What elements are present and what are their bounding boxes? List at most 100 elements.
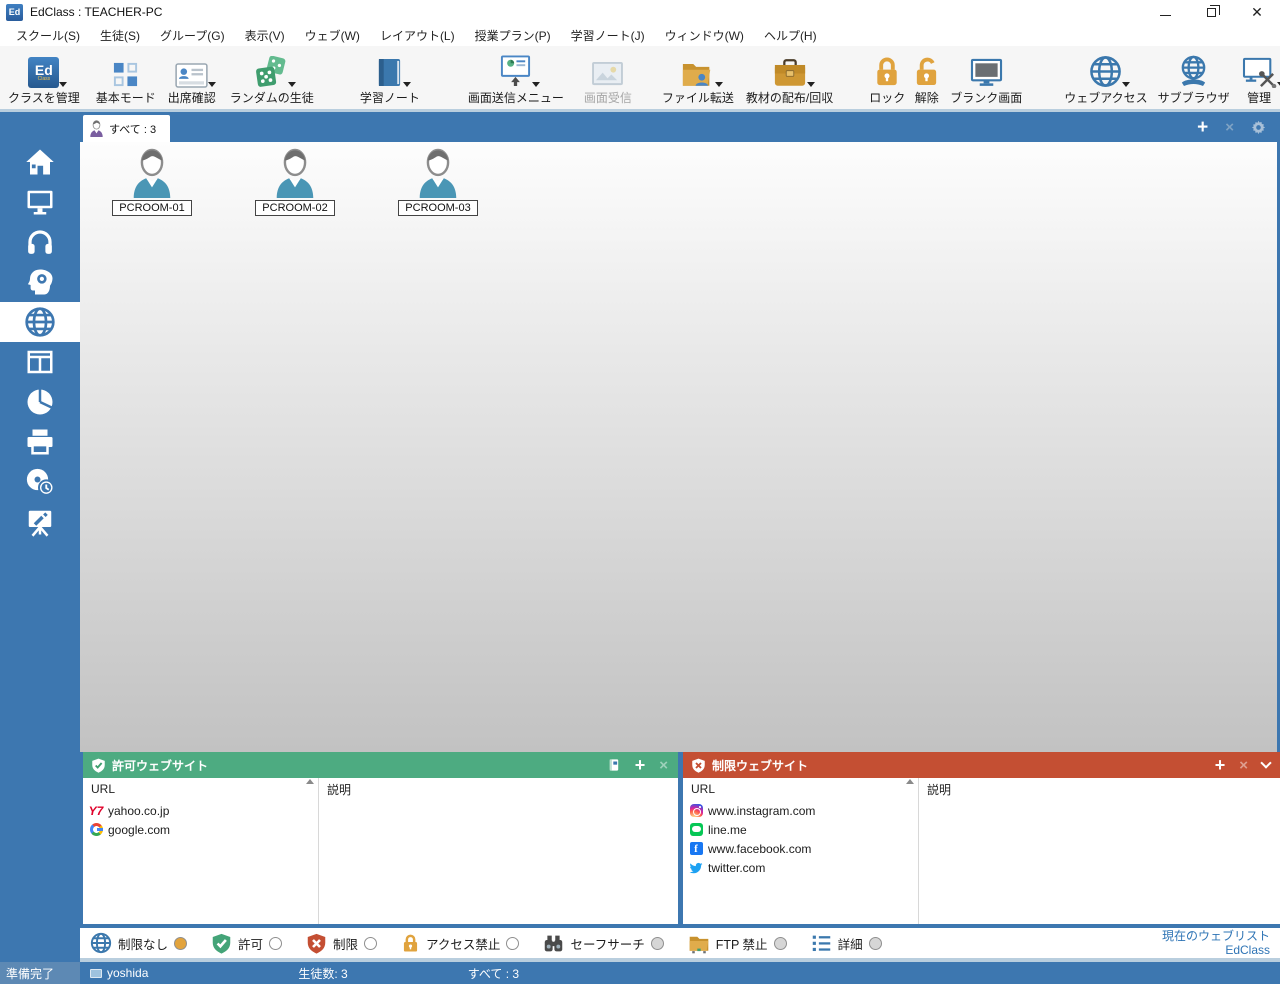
radio-details — [869, 937, 882, 950]
instagram-icon — [689, 804, 703, 818]
radio-block-access[interactable] — [506, 937, 519, 950]
restricted-site-row[interactable]: f www.facebook.com — [683, 839, 918, 858]
printer-icon — [25, 427, 55, 457]
allowed-panel-title: 許可ウェブサイト — [112, 757, 208, 774]
menubar: スクール(S) 生徒(S) グループ(G) 表示(V) ウェブ(W) レイアウト… — [0, 24, 1280, 46]
menu-group[interactable]: グループ(G) — [150, 25, 235, 46]
dropdown-caret-icon — [1122, 82, 1130, 87]
home-icon — [25, 147, 55, 177]
mode-block-access[interactable]: アクセス禁止 — [401, 934, 519, 953]
radio-restrict[interactable] — [364, 937, 377, 950]
restore-button[interactable] — [1188, 0, 1234, 24]
toolbar-distribute-collect[interactable]: 教材の配布/回収 — [746, 51, 833, 106]
student-pcroom-03[interactable]: PCROOM-03 — [392, 148, 484, 216]
student-canvas[interactable]: PCROOM-01 PCROOM-02 PCROOM-03 — [80, 142, 1277, 752]
sidebar-item-whiteboard[interactable] — [0, 502, 80, 542]
tab-settings-gear-icon[interactable] — [1251, 120, 1266, 135]
mode-details[interactable]: 詳細 — [811, 933, 882, 954]
toolbar-basic-mode[interactable]: 基本モード — [96, 51, 156, 106]
sidebar — [0, 112, 80, 962]
allowed-list-body: Y7 yahoo.co.jp google.com — [83, 800, 678, 924]
site-url: twitter.com — [708, 861, 765, 875]
toolbar-admin[interactable]: 管理 — [1242, 51, 1277, 106]
sidebar-item-print[interactable] — [0, 422, 80, 462]
allowed-site-row[interactable]: google.com — [83, 820, 318, 839]
allowed-panel-actions: + × — [607, 756, 668, 774]
mode-safe-search[interactable]: セーフサーチ — [543, 933, 663, 954]
minimize-button[interactable] — [1142, 0, 1188, 24]
panel-layout-icon — [25, 347, 55, 377]
blank-screen-icon — [970, 51, 1003, 88]
site-url: yahoo.co.jp — [108, 804, 169, 818]
close-button[interactable]: ✕ — [1234, 0, 1280, 24]
menu-window[interactable]: ウィンドウ(W) — [655, 25, 754, 46]
radio-allow[interactable] — [269, 937, 282, 950]
menu-journal[interactable]: 学習ノート(J) — [561, 25, 655, 46]
sidebar-item-screens[interactable] — [0, 182, 80, 222]
menu-web[interactable]: ウェブ(W) — [295, 25, 370, 46]
toolbar-manage-class[interactable]: EdClass クラスを管理 — [8, 51, 80, 106]
restricted-site-row[interactable]: twitter.com — [683, 858, 918, 877]
mode-allow[interactable]: 許可 — [211, 933, 282, 954]
dropdown-caret-icon — [532, 82, 540, 87]
menu-layout[interactable]: レイアウト(L) — [370, 25, 465, 46]
add-website-button[interactable]: + — [1215, 756, 1226, 774]
student-group-icon — [89, 120, 104, 137]
sort-asc-icon — [306, 779, 314, 784]
mode-restrict[interactable]: 制限 — [306, 933, 377, 954]
edclass-window: Ed EdClass : TEACHER-PC ✕ スクール(S) 生徒(S) … — [0, 0, 1280, 984]
toolbar-file-transfer[interactable]: ファイル転送 — [662, 51, 734, 106]
add-website-button[interactable]: + — [635, 756, 646, 774]
menu-school[interactable]: スクール(S) — [6, 25, 90, 46]
toolbar-web-access[interactable]: ウェブアクセス — [1064, 51, 1147, 106]
sidebar-item-home[interactable] — [0, 142, 80, 182]
remove-website-button[interactable]: × — [659, 758, 668, 773]
toolbar-lock[interactable]: ロック — [869, 51, 905, 106]
remove-website-button[interactable]: × — [1239, 758, 1248, 773]
menu-students[interactable]: 生徒(S) — [90, 25, 150, 46]
restricted-list-header: URL 説明 — [683, 778, 1280, 800]
sidebar-item-applications[interactable] — [0, 462, 80, 502]
toolbar-unlock[interactable]: 解除 — [913, 51, 940, 106]
sidebar-item-reports[interactable] — [0, 382, 80, 422]
toolbar-blank-screen[interactable]: ブランク画面 — [950, 51, 1022, 106]
sidebar-item-audio[interactable] — [0, 222, 80, 262]
whiteboard-icon — [25, 507, 55, 537]
menu-view[interactable]: 表示(V) — [235, 25, 295, 46]
dropdown-caret-icon — [208, 82, 216, 87]
toolbar-sub-browser[interactable]: サブブラウザ — [1158, 51, 1230, 106]
toolbar-attendance[interactable]: 出席確認 — [168, 51, 216, 106]
close-icon: ✕ — [1251, 5, 1263, 19]
column-url[interactable]: URL — [83, 778, 318, 800]
briefcase-icon — [773, 51, 807, 88]
radio-no-restriction[interactable] — [174, 937, 187, 950]
toolbar-random-student[interactable]: ランダムの生徒 — [230, 51, 314, 106]
close-tab-button[interactable]: × — [1225, 120, 1234, 135]
sidebar-item-surveys[interactable] — [0, 342, 80, 382]
collapse-panel-chevron-icon[interactable] — [1260, 757, 1271, 768]
column-description[interactable]: 説明 — [918, 778, 1280, 800]
menu-lesson-plan[interactable]: 授業プラン(P) — [465, 25, 561, 46]
restore-icon — [1207, 8, 1216, 17]
mode-no-restriction[interactable]: 制限なし — [90, 932, 187, 954]
mode-ftp-block[interactable]: FTP 禁止 — [688, 933, 787, 954]
student-pcroom-01[interactable]: PCROOM-01 — [106, 148, 198, 216]
toolbar-screen-send-menu[interactable]: 画面送信メニュー — [468, 51, 564, 106]
column-url[interactable]: URL — [683, 778, 918, 800]
sidebar-item-assessment[interactable] — [0, 262, 80, 302]
restricted-panel-title: 制限ウェブサイト — [712, 757, 808, 774]
tab-all-students[interactable]: すべて : 3 — [83, 115, 170, 142]
web-mode-bar: 制限なし 許可 制限 アクセス禁止 — [80, 928, 1280, 962]
address-book-icon[interactable] — [607, 758, 621, 772]
student-pcroom-02[interactable]: PCROOM-02 — [249, 148, 341, 216]
sidebar-item-web[interactable] — [0, 302, 80, 342]
restricted-site-row[interactable]: www.instagram.com — [683, 801, 918, 820]
allowed-site-row[interactable]: Y7 yahoo.co.jp — [83, 801, 318, 820]
toolbar-learning-journal[interactable]: 学習ノート — [360, 51, 420, 106]
add-tab-button[interactable]: + — [1197, 118, 1208, 137]
site-url: www.facebook.com — [708, 842, 811, 856]
menu-help[interactable]: ヘルプ(H) — [754, 25, 827, 46]
restricted-site-row[interactable]: line.me — [683, 820, 918, 839]
column-description[interactable]: 説明 — [318, 778, 678, 800]
dropdown-caret-icon — [807, 82, 815, 87]
